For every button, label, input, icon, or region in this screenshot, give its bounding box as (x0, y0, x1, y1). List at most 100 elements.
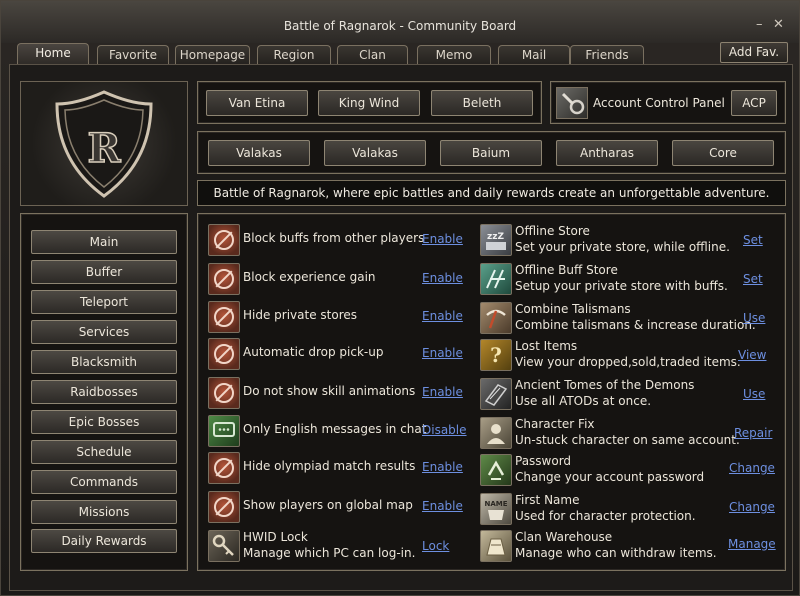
option-row-clan-warehouse: Clan Warehouse Manage who can withdraw i… (480, 528, 780, 564)
block-icon (208, 338, 240, 370)
server-tagline: Battle of Ragnarok, where epic battles a… (197, 180, 786, 206)
add-favorite-button[interactable]: Add Fav. (720, 42, 788, 63)
community-board-window: Battle of Ragnarok - Community Board – ✕… (0, 0, 800, 596)
tab-homepage[interactable]: Homepage (175, 45, 250, 64)
option-label: Lost Items (515, 339, 578, 353)
sidebar-menu: Main Buffer Teleport Services Blacksmith… (20, 213, 188, 571)
option-description: Combine talismans & increase duration. (515, 318, 756, 332)
block-icon (208, 301, 240, 333)
boss-button-core[interactable]: Core (672, 140, 774, 166)
set-link-offline-buff-store[interactable]: Set (743, 272, 763, 286)
view-link-lost-items[interactable]: View (738, 348, 766, 362)
sidebar-item-main[interactable]: Main (31, 230, 177, 254)
option-label: Character Fix (515, 417, 595, 431)
question-icon: ? (480, 339, 512, 371)
town-button-beleth[interactable]: Beleth (431, 90, 533, 116)
acp-label: Account Control Panel (593, 96, 725, 110)
boss-button-antharas[interactable]: Antharas (556, 140, 658, 166)
enable-link-block-buffs[interactable]: Enable (422, 232, 463, 246)
manage-link-clan-warehouse[interactable]: Manage (728, 537, 776, 551)
sidebar-item-blacksmith[interactable]: Blacksmith (31, 350, 177, 374)
pickaxe-icon (480, 302, 512, 334)
enable-link-auto-pickup[interactable]: Enable (422, 346, 463, 360)
town-button-king-wind[interactable]: King Wind (318, 90, 420, 116)
tome-icon (480, 378, 512, 410)
town-bar: Van Etina King Wind Beleth (197, 81, 542, 124)
shield-logo-icon: R (55, 90, 153, 198)
enable-link-skill-animations[interactable]: Enable (422, 385, 463, 399)
change-link-password[interactable]: Change (729, 461, 775, 475)
buff-store-icon (480, 263, 512, 295)
option-row-skill-animations: Do not show skill animations Enable (208, 375, 473, 411)
enable-link-global-map[interactable]: Enable (422, 499, 463, 513)
boss-button-valakas[interactable]: Valakas (208, 140, 310, 166)
title-bar[interactable]: Battle of Ragnarok - Community Board – ✕ (1, 1, 799, 43)
repair-link-character-fix[interactable]: Repair (734, 426, 772, 440)
sidebar-item-buffer[interactable]: Buffer (31, 260, 177, 284)
tab-favorite[interactable]: Favorite (97, 45, 169, 64)
tab-friends[interactable]: Friends (570, 45, 644, 64)
option-row-offline-buff-store: Offline Buff Store Setup your private st… (480, 261, 780, 297)
town-button-van-etina[interactable]: Van Etina (206, 90, 308, 116)
sidebar-item-commands[interactable]: Commands (31, 470, 177, 494)
option-description: Change your account password (515, 470, 705, 484)
logo-letter: R (87, 125, 121, 172)
option-row-ancient-tomes: Ancient Tomes of the Demons Use all ATOD… (480, 376, 780, 412)
lock-link-hwid[interactable]: Lock (422, 539, 449, 553)
sidebar-item-daily-rewards[interactable]: Daily Rewards (31, 529, 177, 553)
option-row-first-name: NAME First Name Used for character prote… (480, 491, 780, 527)
sleep-store-icon: zzZ (480, 224, 512, 256)
option-description: Setup your private store with buffs. (515, 279, 728, 293)
option-label: Combine Talismans (515, 302, 631, 316)
sidebar-item-epic-bosses[interactable]: Epic Bosses (31, 410, 177, 434)
block-icon (208, 263, 240, 295)
enable-link-hide-stores[interactable]: Enable (422, 309, 463, 323)
option-label: Hide olympiad match results (243, 459, 416, 473)
option-label: Do not show skill animations (243, 384, 416, 398)
option-row-block-buffs: Block buffs from other players Enable (208, 222, 473, 258)
password-icon (480, 454, 512, 486)
sidebar-item-raidbosses[interactable]: Raidbosses (31, 380, 177, 404)
enable-link-block-exp[interactable]: Enable (422, 271, 463, 285)
account-control-panel: Account Control Panel ACP (550, 81, 786, 124)
acp-button[interactable]: ACP (731, 90, 777, 116)
tab-region[interactable]: Region (257, 45, 331, 64)
minimize-icon[interactable]: – (756, 17, 763, 32)
option-label: Offline Buff Store (515, 263, 618, 277)
option-label: Show players on global map (243, 498, 413, 512)
sidebar-item-missions[interactable]: Missions (31, 500, 177, 524)
tab-mail[interactable]: Mail (498, 45, 570, 64)
tab-home[interactable]: Home (17, 43, 89, 64)
option-label: Block buffs from other players (243, 231, 425, 245)
boss-button-baium[interactable]: Baium (440, 140, 542, 166)
block-icon (208, 491, 240, 523)
option-label: Block experience gain (243, 270, 376, 284)
option-row-auto-pickup: Automatic drop pick-up Enable (208, 336, 473, 372)
window-title: Battle of Ragnarok - Community Board (283, 19, 517, 33)
set-link-offline-store[interactable]: Set (743, 233, 763, 247)
tab-memo[interactable]: Memo (417, 45, 491, 64)
sidebar-item-schedule[interactable]: Schedule (31, 440, 177, 464)
option-description: Un-stuck character on same account. (515, 433, 740, 447)
name-tag-icon: NAME (480, 493, 512, 525)
sidebar-item-teleport[interactable]: Teleport (31, 290, 177, 314)
disable-link-english-chat[interactable]: Disable (422, 423, 467, 437)
svg-text:NAME: NAME (484, 500, 507, 508)
option-label: Only English messages in chat (243, 422, 427, 436)
use-link-combine-talismans[interactable]: Use (743, 311, 765, 325)
boss-button-valakas-2[interactable]: Valakas (324, 140, 426, 166)
tab-clan[interactable]: Clan (337, 45, 408, 64)
chat-icon (208, 415, 240, 447)
close-icon[interactable]: ✕ (773, 17, 784, 32)
use-link-ancient-tomes[interactable]: Use (743, 387, 765, 401)
option-row-olympiad: Hide olympiad match results Enable (208, 450, 473, 486)
block-icon (208, 377, 240, 409)
option-label: Automatic drop pick-up (243, 345, 384, 359)
sidebar-item-services[interactable]: Services (31, 320, 177, 344)
option-row-character-fix: Character Fix Un-stuck character on same… (480, 415, 780, 451)
epic-boss-bar: Valakas Valakas Baium Antharas Core (197, 131, 786, 174)
change-link-first-name[interactable]: Change (729, 500, 775, 514)
option-description: Set your private store, while offline. (515, 240, 730, 254)
block-icon (208, 452, 240, 484)
enable-link-olympiad[interactable]: Enable (422, 460, 463, 474)
